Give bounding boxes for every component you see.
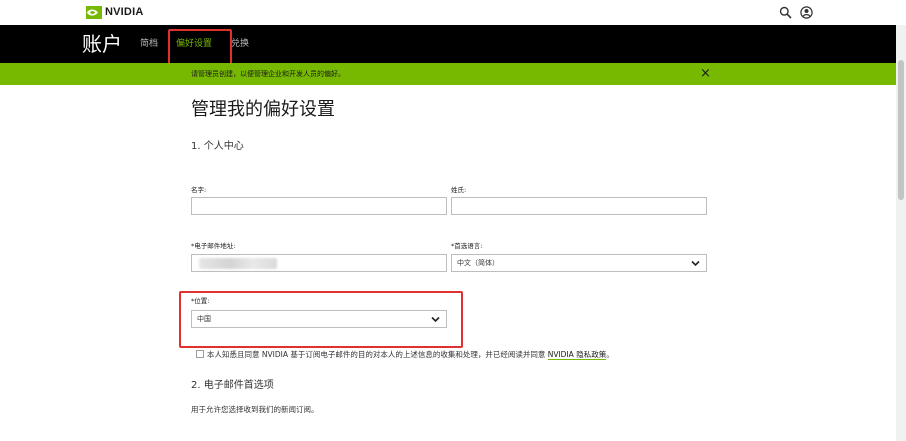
language-label: *首选语言: (451, 242, 483, 250)
consent-suffix: 。 (606, 350, 614, 359)
consent-checkbox[interactable] (196, 350, 204, 358)
tab-redeem[interactable]: 兑换 (231, 38, 249, 50)
first-name-label: 名字: (191, 186, 207, 194)
language-select-value: 中文（简体） (457, 259, 499, 267)
user-account-icon[interactable] (800, 6, 813, 19)
last-name-label: 姓氏: (451, 186, 467, 194)
nvidia-eye-icon (82, 5, 102, 19)
page-title: 管理我的偏好设置 (191, 99, 335, 120)
consent-text: 本人知悉且同意 NVIDIA 基于订阅电子邮件的目的对本人的上述信息的收集和处理… (207, 350, 548, 359)
logo-text: NVIDIA (105, 6, 144, 18)
banner-close-icon[interactable]: × (700, 66, 711, 82)
last-name-input[interactable] (451, 197, 707, 215)
search-icon[interactable] (779, 6, 792, 19)
language-select[interactable]: 中文（简体） (451, 254, 707, 272)
banner-text: 请管理员创建，以便管理企业和开发人员的偏好。 (191, 70, 345, 78)
country-field-highlight (179, 291, 463, 348)
first-name-input[interactable] (191, 197, 447, 215)
section-personal-center-title: 1. 个人中心 (191, 141, 244, 152)
email-label: *电子邮件地址: (191, 242, 236, 250)
scrollbar-thumb[interactable] (898, 60, 904, 200)
email-redacted-value (199, 258, 277, 269)
tab-profile[interactable]: 简档 (140, 38, 158, 50)
chevron-down-icon (691, 260, 700, 267)
privacy-policy-link[interactable]: NVIDIA 隐私政策 (547, 350, 607, 360)
account-nav-bar: 账户 简档 偏好设置 兑换 (0, 25, 896, 63)
header-icons (779, 6, 813, 19)
nvidia-logo[interactable]: NVIDIA (82, 5, 143, 19)
consent-statement: 本人知悉且同意 NVIDIA 基于订阅电子邮件的目的对本人的上述信息的收集和处理… (207, 350, 614, 360)
account-title: 账户 (82, 32, 122, 56)
top-brand-bar: NVIDIA (0, 0, 906, 25)
preferences-tab-highlight (168, 29, 232, 66)
section-email-preferences-title: 2. 电子邮件首选项 (191, 380, 274, 391)
info-banner: 请管理员创建，以便管理企业和开发人员的偏好。 × (0, 63, 896, 85)
section-email-preferences-desc: 用于允许您选择收到我们的新闻订阅。 (191, 405, 319, 414)
